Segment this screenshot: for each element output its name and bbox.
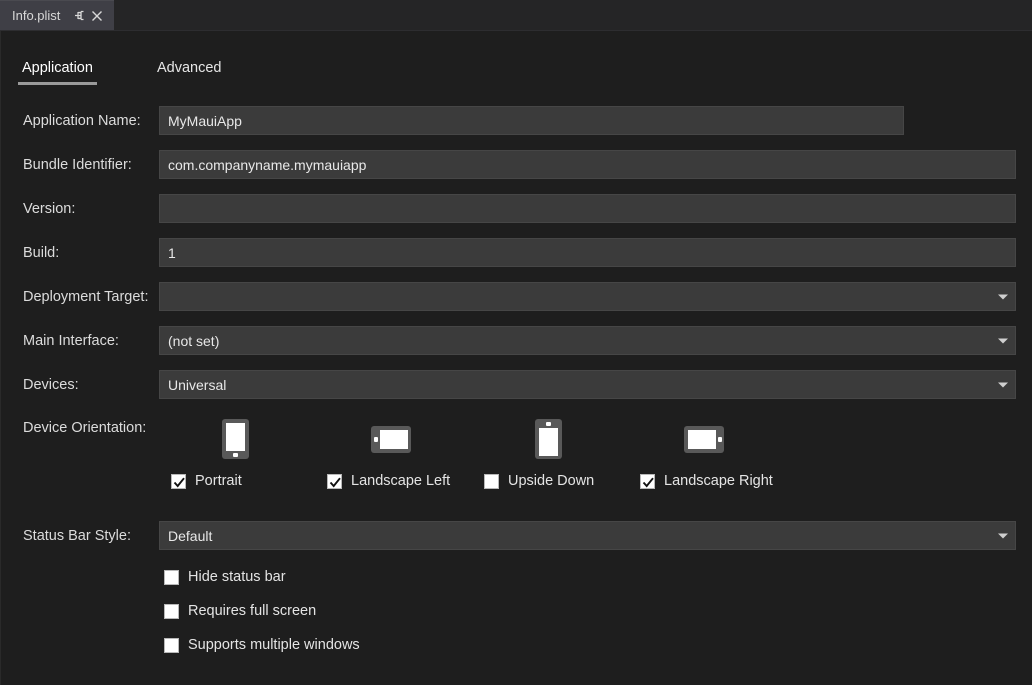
editor-body: Application Advanced Application Name: M… (0, 31, 1032, 685)
row-device-orientation: Device Orientation: Portrait (1, 411, 1032, 515)
application-name-label: Application Name: (23, 113, 141, 129)
row-main-interface: Main Interface: (not set) (1, 323, 1032, 367)
checkbox-upside-down-label: Upside Down (508, 473, 594, 489)
status-bar-style-label: Status Bar Style: (23, 528, 131, 544)
checkbox-requires-full-screen-label: Requires full screen (188, 603, 316, 619)
devices-dropdown[interactable]: Universal (159, 370, 1016, 399)
chevron-down-icon (998, 294, 1008, 299)
document-tab-info-plist[interactable]: Info.plist (0, 0, 114, 30)
main-interface-label: Main Interface: (23, 333, 119, 349)
main-interface-dropdown[interactable]: (not set) (159, 326, 1016, 355)
main-interface-value: (not set) (168, 333, 219, 349)
checkbox-landscape-left-box[interactable] (327, 474, 342, 489)
checkbox-portrait[interactable]: Portrait (171, 473, 242, 489)
tab-application[interactable]: Application (22, 60, 93, 85)
row-devices: Devices: Universal (1, 367, 1032, 411)
row-deployment-target: Deployment Target: (1, 279, 1032, 323)
build-value: 1 (168, 245, 176, 261)
bundle-identifier-label: Bundle Identifier: (23, 157, 132, 173)
status-bar-style-dropdown[interactable]: Default (159, 521, 1016, 550)
checkbox-supports-multiple-windows-box[interactable] (164, 638, 179, 653)
checkbox-supports-multiple-windows[interactable]: Supports multiple windows (164, 637, 360, 653)
status-bar-style-value: Default (168, 528, 212, 544)
application-name-value: MyMauiApp (168, 113, 242, 129)
chevron-down-icon (998, 382, 1008, 387)
checkbox-hide-status-bar-label: Hide status bar (188, 569, 286, 585)
build-label: Build: (23, 245, 59, 261)
checkbox-upside-down[interactable]: Upside Down (484, 473, 594, 489)
version-input[interactable] (159, 194, 1016, 223)
row-application-name: Application Name: MyMauiApp (1, 103, 1032, 147)
bundle-identifier-input[interactable]: com.companyname.mymauiapp (159, 150, 1016, 179)
checkbox-hide-status-bar[interactable]: Hide status bar (164, 569, 286, 585)
row-status-bar-style: Status Bar Style: Default (1, 515, 1032, 563)
devices-label: Devices: (23, 377, 79, 393)
checkbox-landscape-right-box[interactable] (640, 474, 655, 489)
tab-application-label: Application (22, 60, 93, 76)
page-tab-bar: Application Advanced (1, 60, 1032, 93)
tab-advanced[interactable]: Advanced (157, 60, 222, 85)
orientation-checkbox-group: Portrait Landscape Left Upside Down (1, 473, 1032, 497)
deployment-target-label: Deployment Target: (23, 289, 148, 305)
checkbox-supports-multiple-windows-label: Supports multiple windows (188, 637, 360, 653)
document-tab-title: Info.plist (12, 8, 60, 23)
checkbox-portrait-label: Portrait (195, 473, 242, 489)
application-name-input[interactable]: MyMauiApp (159, 106, 904, 135)
version-label: Version: (23, 201, 75, 217)
phone-landscape-left-icon (363, 415, 419, 463)
chevron-down-icon (998, 533, 1008, 538)
phone-landscape-right-icon (676, 415, 732, 463)
checkbox-landscape-left[interactable]: Landscape Left (327, 473, 450, 489)
phone-portrait-icon (207, 415, 263, 463)
checkbox-requires-full-screen-box[interactable] (164, 604, 179, 619)
chevron-down-icon (998, 338, 1008, 343)
row-build: Build: 1 (1, 235, 1032, 279)
checkbox-hide-status-bar-box[interactable] (164, 570, 179, 585)
document-tab-strip: Info.plist (0, 0, 1032, 31)
phone-upside-down-icon (520, 415, 576, 463)
checkbox-landscape-right-label: Landscape Right (664, 473, 773, 489)
deployment-target-dropdown[interactable] (159, 282, 1016, 311)
bundle-identifier-value: com.companyname.mymauiapp (168, 157, 366, 173)
checkbox-landscape-right[interactable]: Landscape Right (640, 473, 773, 489)
application-settings-form: Application Name: MyMauiApp Bundle Ident… (1, 103, 1032, 673)
device-orientation-label: Device Orientation: (23, 420, 146, 436)
row-bundle-identifier: Bundle Identifier: com.companyname.mymau… (1, 147, 1032, 191)
checkbox-requires-full-screen[interactable]: Requires full screen (164, 603, 316, 619)
tab-advanced-label: Advanced (157, 60, 222, 76)
checkbox-upside-down-box[interactable] (484, 474, 499, 489)
checkbox-landscape-left-label: Landscape Left (351, 473, 450, 489)
build-input[interactable]: 1 (159, 238, 1016, 267)
close-icon[interactable] (88, 7, 106, 25)
devices-value: Universal (168, 377, 226, 393)
pin-icon[interactable] (70, 7, 88, 25)
row-version: Version: (1, 191, 1032, 235)
checkbox-portrait-box[interactable] (171, 474, 186, 489)
